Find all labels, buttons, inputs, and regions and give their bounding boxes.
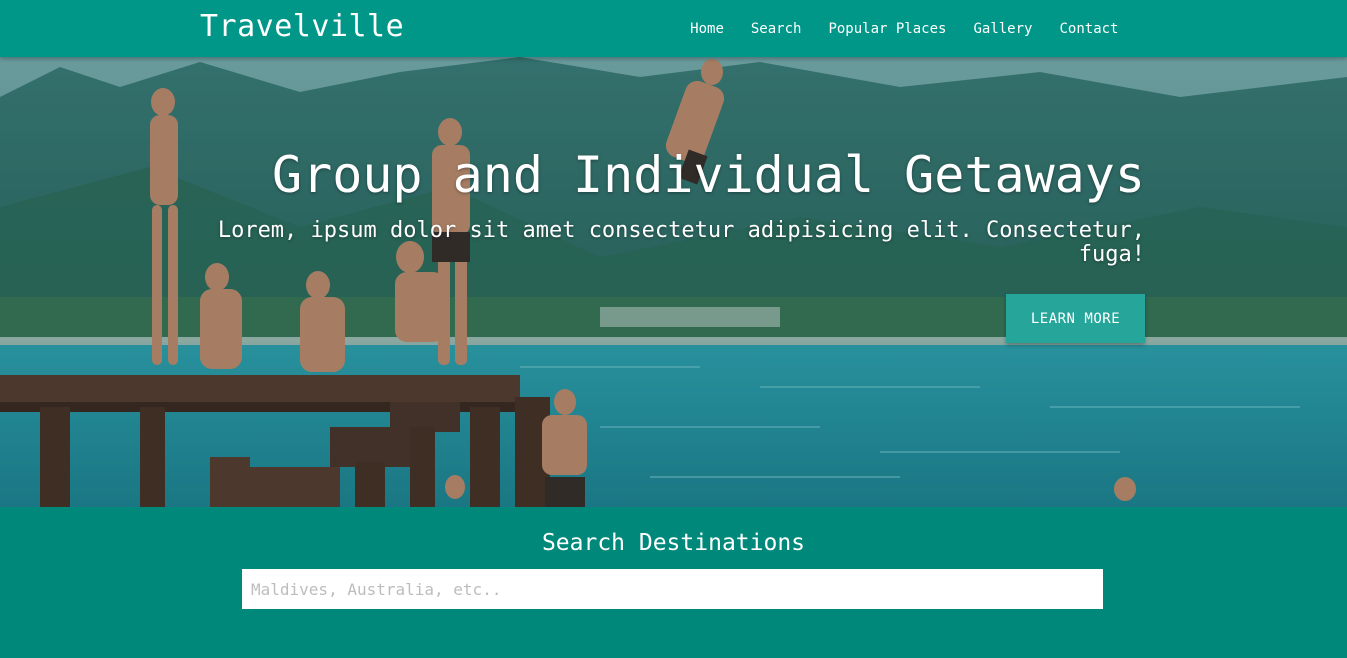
nav-link-home[interactable]: Home — [677, 21, 738, 37]
hero-title: Group and Individual Getaways — [272, 146, 1145, 204]
nav-link-contact[interactable]: Contact — [1046, 21, 1132, 37]
hero-text: Group and Individual Getaways Lorem, ips… — [185, 145, 1145, 267]
navbar: Travelville Home Search Popular Places G… — [0, 0, 1347, 57]
learn-more-button[interactable]: LEARN MORE — [1006, 294, 1145, 343]
hero-section: Group and Individual Getaways Lorem, ips… — [0, 57, 1347, 507]
brand-logo[interactable]: Travelville — [200, 8, 404, 46]
search-title: Search Destinations — [541, 530, 806, 556]
search-section: Search Destinations — [0, 507, 1347, 658]
search-destinations-input[interactable] — [242, 569, 1103, 609]
nav-link-search[interactable]: Search — [737, 21, 815, 37]
hero-background-image — [0, 57, 1347, 507]
nav-link-popular-places[interactable]: Popular Places — [815, 21, 960, 37]
nav-links: Home Search Popular Places Gallery Conta… — [677, 0, 1132, 57]
hero-subtitle: Lorem, ipsum dolor sit amet consectetur … — [217, 218, 1145, 267]
nav-link-gallery[interactable]: Gallery — [960, 21, 1046, 37]
